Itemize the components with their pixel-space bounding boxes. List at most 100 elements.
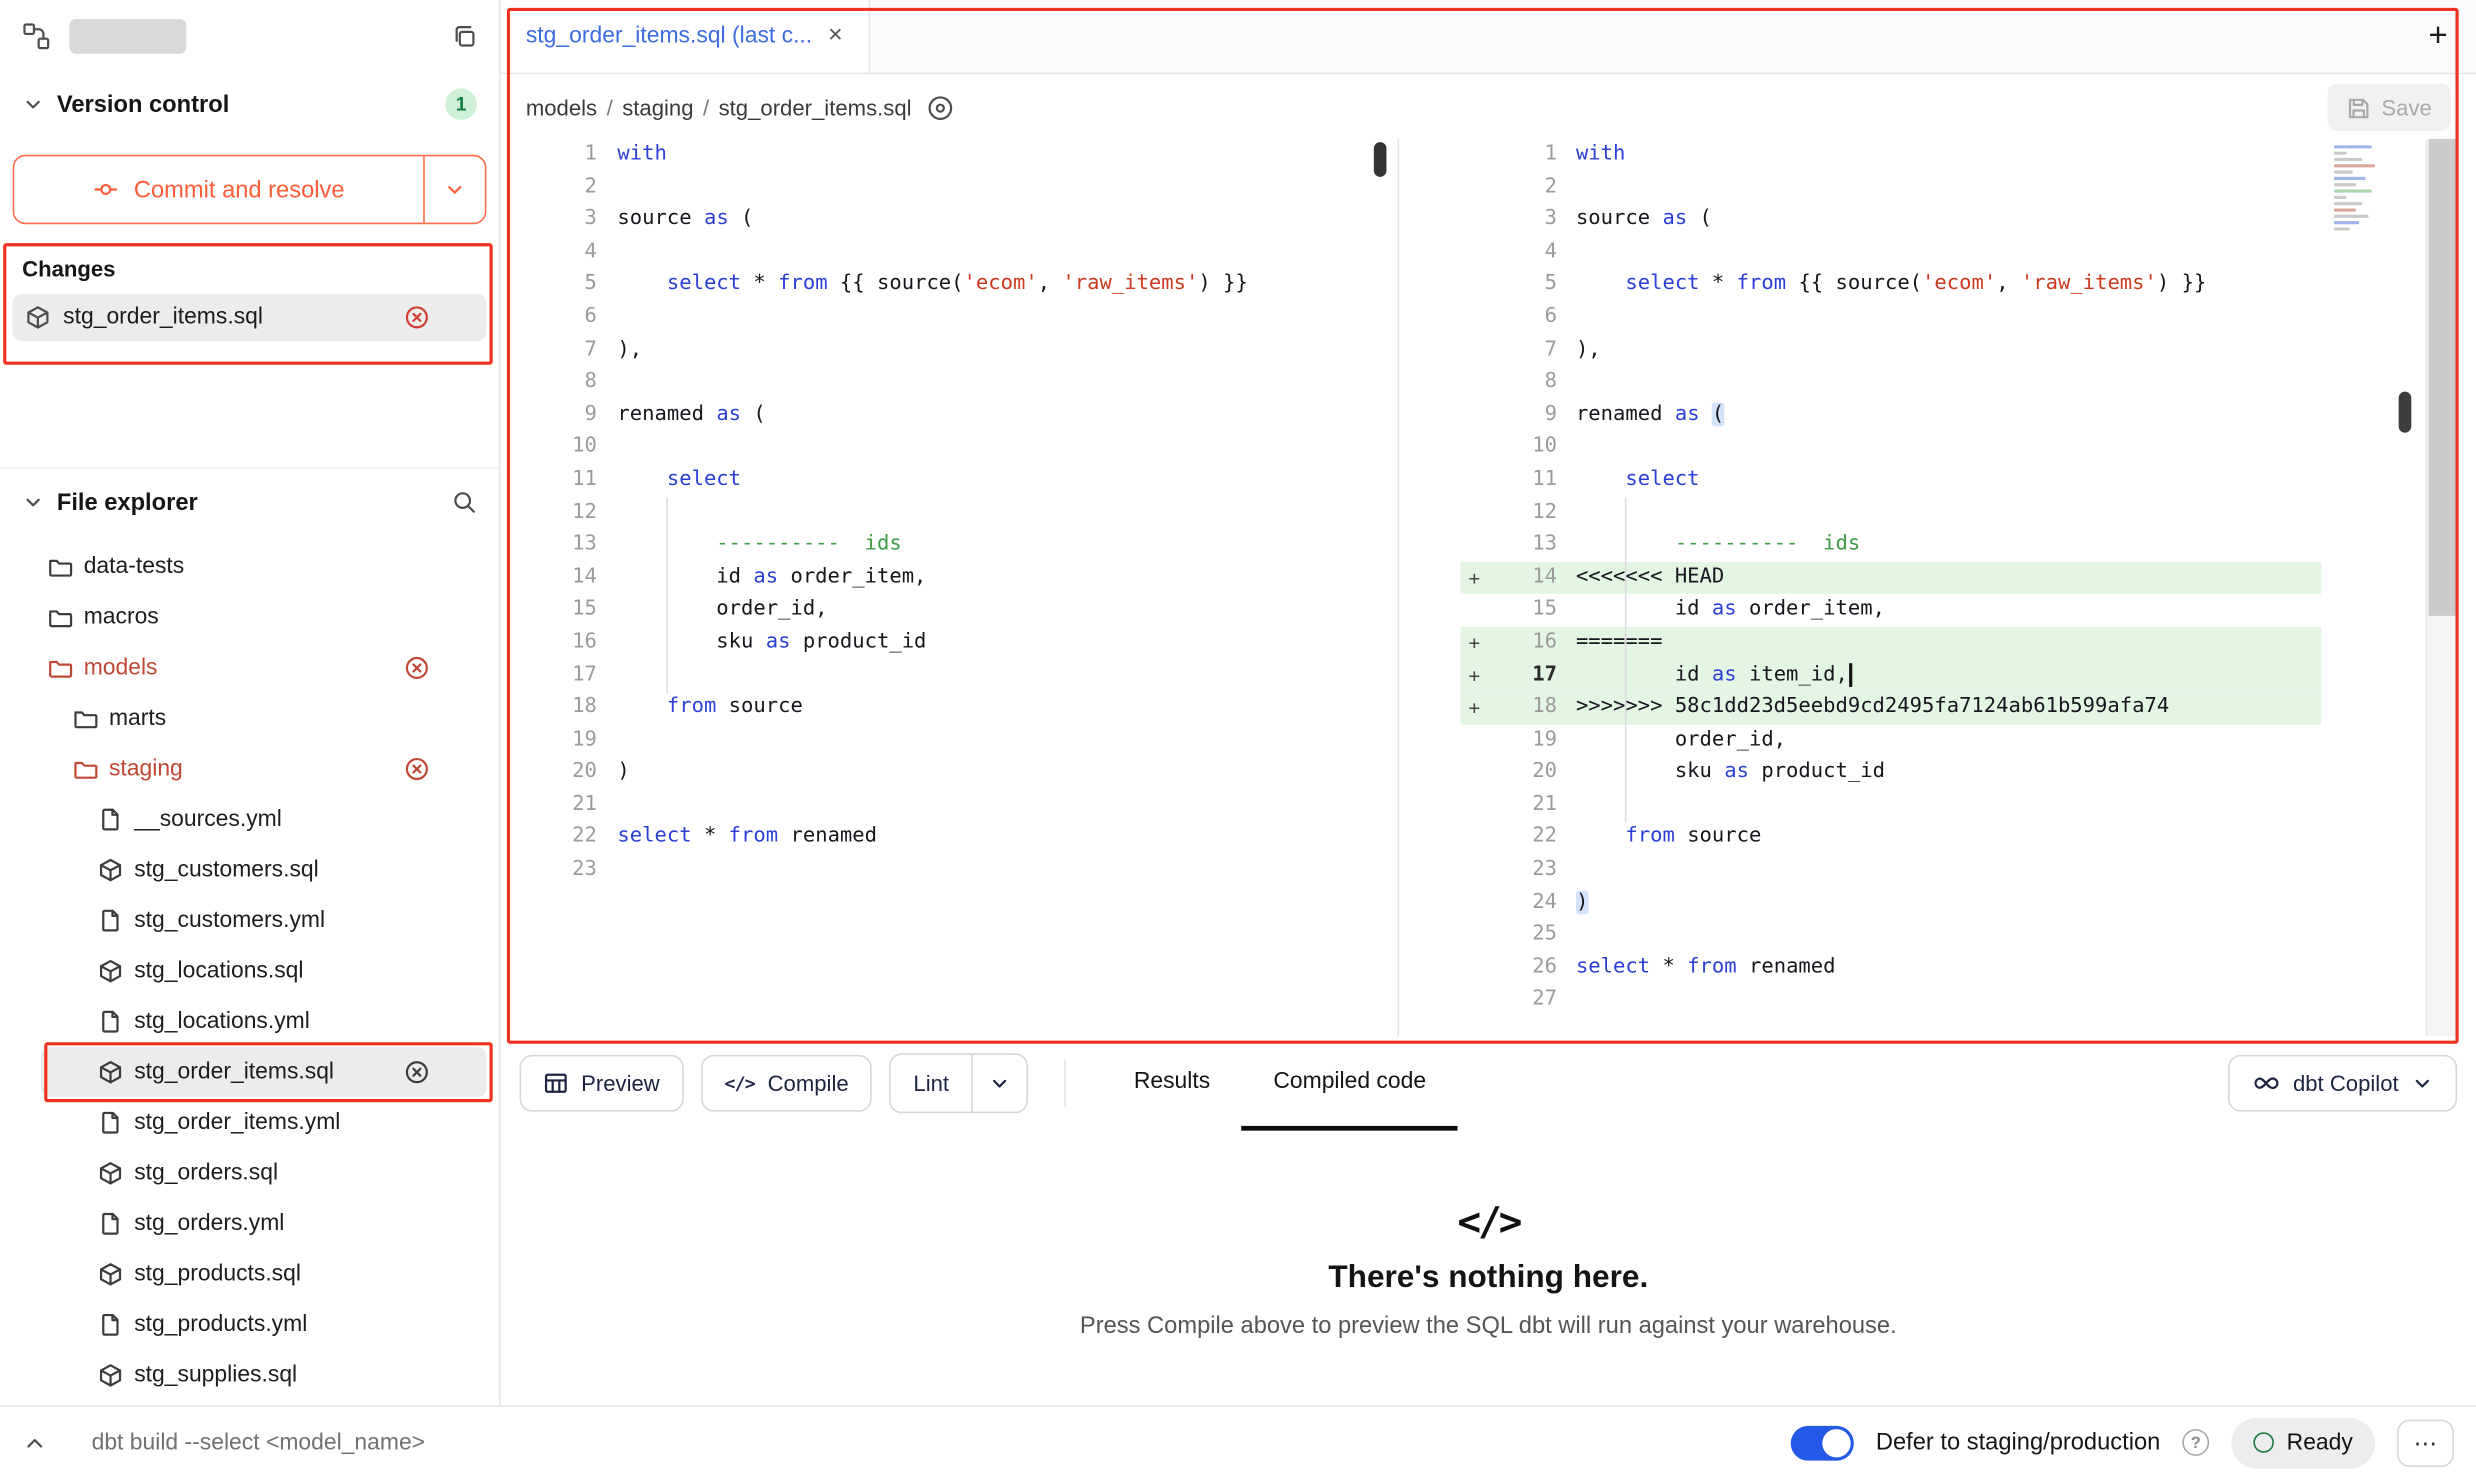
code-line[interactable]: +14<<<<<<< HEAD [1461,562,2322,595]
code-line[interactable]: +18>>>>>>> 58c1dd23d5eebd9cd2495fa7124ab… [1461,692,2322,725]
compile-button[interactable]: </> Compile [701,1055,873,1112]
code-line[interactable]: +16======= [1461,627,2322,660]
code-line[interactable]: 1with [1461,139,2322,172]
results-tab-compiled-code[interactable]: Compiled code [1242,1036,1458,1131]
code-line[interactable]: 3source as ( [501,204,1398,237]
tree-item-stg-products-yml[interactable]: stg_products.yml [0,1300,499,1351]
code-line[interactable]: 26select * from renamed [1461,952,2322,985]
tree-item-stg-order-items-sql[interactable]: stg_order_items.sql [41,1047,486,1098]
code-line[interactable]: 19 order_id, [1461,724,2322,757]
tab-stg-order-items-sql[interactable]: stg_order_items.sql (last c... × [501,0,870,73]
code-line[interactable]: 9renamed as ( [1461,399,2322,432]
tree-item-stg-customers-yml[interactable]: stg_customers.yml [0,895,499,946]
code-line[interactable]: 22select * from renamed [501,822,1398,855]
new-tab-button[interactable]: + [2400,0,2476,73]
code-line[interactable]: 21 [1461,789,2322,822]
code-line[interactable]: 20) [501,757,1398,790]
code-line[interactable]: 11 select [1461,464,2322,497]
help-icon[interactable]: ? [2182,1429,2209,1456]
conflict-icon[interactable] [404,756,429,781]
conflict-icon[interactable] [404,655,429,680]
save-button[interactable]: Save [2328,84,2451,131]
defer-toggle[interactable] [1791,1425,1854,1460]
scrollbar-thumb[interactable] [2399,392,2412,433]
code-line[interactable]: 13 ---------- ids [501,529,1398,562]
code-line[interactable]: 14 id as order_item, [501,562,1398,595]
tree-item-stg-locations-yml[interactable]: stg_locations.yml [0,996,499,1047]
code-line[interactable]: 4 [1461,237,2322,270]
code-line[interactable]: 8 [1461,367,2322,400]
tree-item-marts[interactable]: marts [0,693,499,744]
code-line[interactable]: 18 from source [501,692,1398,725]
changes-item[interactable]: stg_order_items.sql [13,294,487,341]
command-input[interactable]: dbt build --select <model_name> [92,1430,425,1455]
code-line[interactable]: 12 [501,497,1398,530]
code-line[interactable]: 21 [501,789,1398,822]
code-line[interactable]: 12 [1461,497,2322,530]
code-line[interactable]: 27 [1461,984,2322,1017]
code-line[interactable]: 2 [501,171,1398,204]
code-line[interactable]: 16 sku as product_id [501,627,1398,660]
tab-close-icon[interactable]: × [828,22,843,50]
more-options-button[interactable]: ⋯ [2397,1419,2454,1466]
code-line[interactable]: 8 [501,367,1398,400]
conflict-icon[interactable] [404,1060,429,1085]
code-line[interactable]: 5 select * from {{ source('ecom', 'raw_i… [1461,269,2322,302]
code-line[interactable]: 7), [501,334,1398,367]
code-line[interactable]: 24) [1461,887,2322,920]
breadcrumb-part[interactable]: stg_order_items.sql [719,95,912,120]
code-line[interactable]: 9renamed as ( [501,399,1398,432]
editor-pane-left[interactable]: 1with23source as (45 select * from {{ so… [501,139,1400,1036]
code-line[interactable]: 23 [501,854,1398,887]
scrollbar-thumb[interactable] [1374,142,1387,177]
ready-status-button[interactable]: Ready [2231,1417,2375,1468]
code-line[interactable]: 17 [501,659,1398,692]
lineage-icon[interactable] [22,22,50,50]
breadcrumb-part[interactable]: staging [622,95,693,120]
code-line[interactable]: 11 select [501,464,1398,497]
tree-item-stg-customers-sql[interactable]: stg_customers.sql [0,845,499,896]
lint-button[interactable]: Lint [891,1055,971,1112]
tree-item-stg-orders-sql[interactable]: stg_orders.sql [0,1148,499,1199]
right-pane-scrollbar[interactable] [2399,139,2412,1036]
minimap[interactable] [2334,145,2388,237]
tree-item-staging[interactable]: staging [0,744,499,795]
code-line[interactable]: 10 [1461,432,2322,465]
code-line[interactable]: 19 [501,724,1398,757]
search-icon[interactable] [452,490,477,515]
scrollbar-thumb[interactable] [2429,139,2456,616]
left-pane-scrollbar[interactable] [1374,139,1387,1036]
editor-pane-right[interactable]: 1with23source as (45 select * from {{ so… [1461,139,2322,1036]
code-line[interactable]: +17 id as item_id, [1461,659,2322,692]
commit-button-main[interactable]: Commit and resolve [14,156,423,222]
tree-item-stg-orders-yml[interactable]: stg_orders.yml [0,1199,499,1250]
tree-item-stg-supplies-sql[interactable]: stg_supplies.sql [0,1350,499,1401]
code-line[interactable]: 15 order_id, [501,594,1398,627]
tree-item-models[interactable]: models [0,643,499,694]
code-line[interactable]: 3source as ( [1461,204,2322,237]
conflict-icon[interactable] [404,305,429,330]
code-line[interactable]: 1with [501,139,1398,172]
editor-outer-scrollbar[interactable] [2425,139,2455,1036]
preview-button[interactable]: Preview [520,1055,684,1112]
copy-icon[interactable] [452,24,477,49]
code-line[interactable]: 15 id as order_item, [1461,594,2322,627]
file-status-icon[interactable] [927,94,954,121]
tree-item-data-tests[interactable]: data-tests [0,542,499,593]
commit-dropdown-button[interactable] [425,156,485,222]
breadcrumb-part[interactable]: models [526,95,597,120]
tree-item-stg-products-sql[interactable]: stg_products.sql [0,1249,499,1300]
tree-item-macros[interactable]: macros [0,592,499,643]
lint-dropdown-button[interactable] [973,1055,1027,1112]
code-line[interactable]: 22 from source [1461,822,2322,855]
code-line[interactable]: 6 [1461,302,2322,335]
code-line[interactable]: 7), [1461,334,2322,367]
commit-and-resolve-button[interactable]: Commit and resolve [13,155,487,224]
code-line[interactable]: 25 [1461,919,2322,952]
results-tab-results[interactable]: Results [1102,1036,1242,1131]
code-line[interactable]: 5 select * from {{ source('ecom', 'raw_i… [501,269,1398,302]
dbt-copilot-button[interactable]: dbt Copilot [2228,1055,2457,1112]
tree-item-stg-locations-sql[interactable]: stg_locations.sql [0,946,499,997]
code-line[interactable]: 6 [501,302,1398,335]
code-line[interactable]: 20 sku as product_id [1461,757,2322,790]
